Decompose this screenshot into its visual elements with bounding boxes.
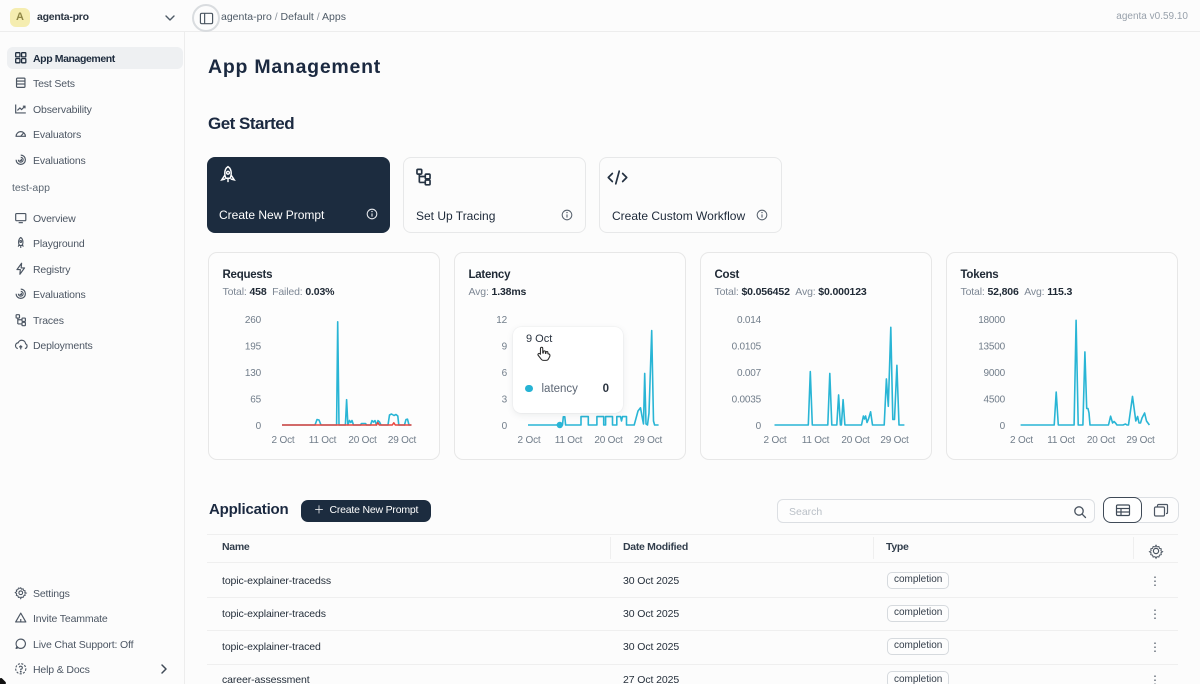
svg-text:0.007: 0.007 [737,368,762,379]
svg-text:20 Oct: 20 Oct [841,435,870,446]
svg-text:2 Oct: 2 Oct [1010,435,1033,446]
svg-text:11 Oct: 11 Oct [1047,435,1075,446]
svg-text:2 Oct: 2 Oct [518,435,541,446]
svg-text:29 Oct: 29 Oct [1126,435,1155,446]
svg-text:65: 65 [250,395,261,406]
svg-text:4500: 4500 [984,395,1006,406]
svg-text:130: 130 [245,368,262,379]
svg-text:20 Oct: 20 Oct [1087,435,1116,446]
svg-text:9: 9 [502,342,508,353]
svg-text:0: 0 [1000,421,1006,432]
svg-text:0: 0 [502,421,508,432]
svg-text:11 Oct: 11 Oct [555,435,583,446]
svg-text:29 Oct: 29 Oct [880,435,909,446]
svg-text:0: 0 [756,421,762,432]
svg-text:0.0105: 0.0105 [732,342,762,353]
svg-text:13500: 13500 [978,342,1005,353]
svg-text:20 Oct: 20 Oct [348,435,377,446]
svg-text:18000: 18000 [978,315,1005,326]
svg-text:2 Oct: 2 Oct [764,435,787,446]
svg-text:11 Oct: 11 Oct [802,435,830,446]
svg-text:6: 6 [502,368,508,379]
svg-text:2 Oct: 2 Oct [272,435,295,446]
svg-text:20 Oct: 20 Oct [594,435,623,446]
svg-text:9000: 9000 [984,368,1006,379]
svg-text:29 Oct: 29 Oct [634,435,663,446]
svg-text:11 Oct: 11 Oct [309,435,337,446]
svg-text:3: 3 [502,395,508,406]
svg-text:195: 195 [245,342,262,353]
svg-text:29 Oct: 29 Oct [388,435,417,446]
svg-text:0.014: 0.014 [737,315,762,326]
svg-text:0: 0 [256,421,262,432]
svg-text:0.0035: 0.0035 [732,395,762,406]
svg-text:260: 260 [245,315,262,326]
svg-text:12: 12 [496,315,507,326]
